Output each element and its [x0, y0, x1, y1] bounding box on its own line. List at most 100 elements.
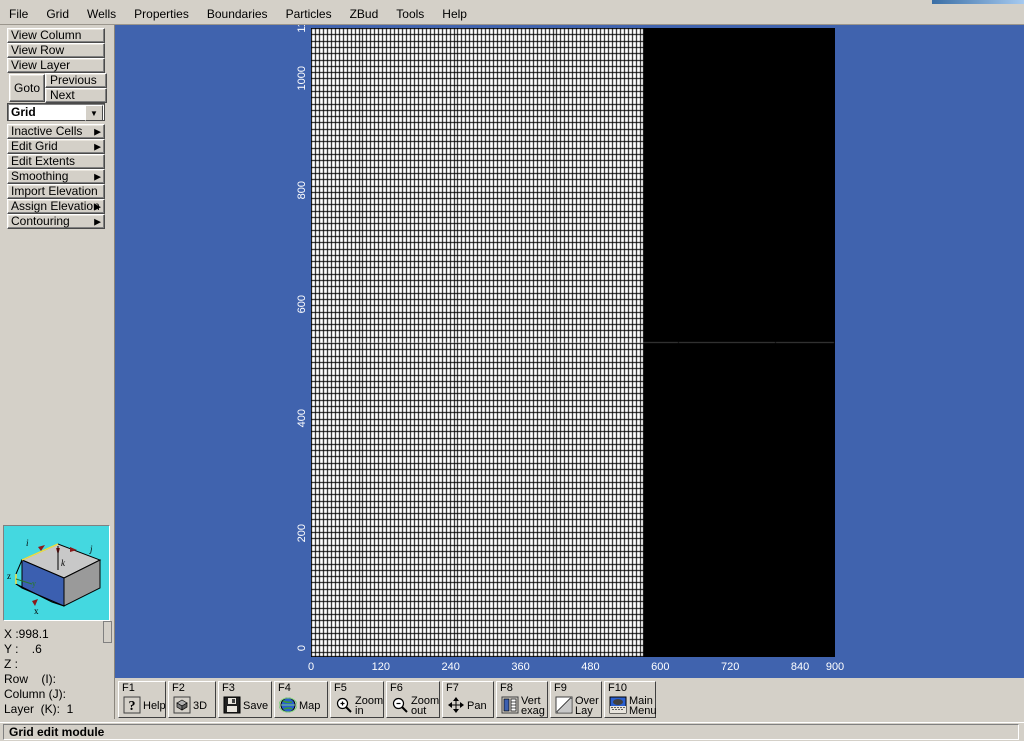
coordinate-label: Y :: [4, 642, 19, 656]
sidebar-item-smoothing[interactable]: Smoothing ▶: [7, 169, 105, 184]
x-axis-tick-label: 120: [371, 661, 391, 673]
function-key-number: F4: [278, 682, 291, 694]
goto-next-label: Next: [50, 88, 75, 102]
y-axis-tick: 400: [268, 409, 308, 427]
y-axis-tick-label: 1000: [296, 66, 308, 91]
assign-elevation-label: Assign Elevation: [11, 199, 100, 213]
overlay-icon: [554, 695, 574, 715]
finite-difference-grid[interactable]: [311, 28, 835, 657]
function-key-f5[interactable]: F5 Zoom in: [330, 681, 384, 718]
pan-arrows-icon: [446, 695, 466, 715]
chevron-down-glyph: ▼: [90, 108, 98, 118]
x-axis-tick-label: 480: [581, 661, 600, 673]
y-axis-tick: 200: [268, 524, 308, 542]
grid-select-dropdown[interactable]: Grid ▼: [7, 103, 105, 121]
smoothing-label: Smoothing: [11, 169, 69, 183]
view-layer-label: View Layer: [11, 58, 71, 72]
coordinate-label: Layer (K):: [4, 702, 61, 716]
goto-button[interactable]: Goto: [9, 74, 45, 102]
view-column-button[interactable]: View Column: [7, 28, 105, 43]
chevron-right-icon: ▶: [94, 141, 101, 151]
y-axis-tick-label: 0: [296, 644, 308, 651]
sidebar-item-inactive-cells[interactable]: Inactive Cells ▶: [7, 124, 105, 139]
function-key-f9[interactable]: F9 Over Lay: [550, 681, 602, 718]
function-key-f1[interactable]: F1? Help: [118, 681, 166, 718]
coordinate-value: 1: [60, 702, 74, 716]
sidebar-item-edit-grid[interactable]: Edit Grid ▶: [7, 139, 105, 154]
sidebar-item-assign-elevation[interactable]: Assign Elevation ▶: [7, 199, 105, 214]
status-text: Grid edit module: [9, 725, 105, 739]
function-key-f6[interactable]: F6 Zoom out: [386, 681, 440, 718]
chevron-down-icon[interactable]: ▼: [85, 105, 103, 121]
function-key-label: Pan: [467, 700, 487, 712]
function-key-label: Zoom out: [411, 695, 440, 717]
menu-item-file[interactable]: File: [0, 5, 37, 24]
sidebar-item-import-elevation[interactable]: Import Elevation: [7, 184, 105, 199]
function-key-f7[interactable]: F7 Pan: [442, 681, 494, 718]
menu-item-boundaries[interactable]: Boundaries: [198, 5, 277, 24]
function-key-label: Help: [143, 700, 166, 712]
inactive-cells-label: Inactive Cells: [11, 124, 83, 138]
menu-item-properties[interactable]: Properties: [125, 5, 198, 24]
function-key-toolbar: F1? Help F2 3D F3 Save F4 Map F5 Zoom in F6 Zoom ou…: [115, 678, 1024, 720]
function-key-f8[interactable]: F8 Vert exag: [496, 681, 548, 718]
cube-axis-j-label: j: [89, 544, 93, 554]
menu-item-wells[interactable]: Wells: [78, 5, 125, 24]
magnifier-plus-icon: [334, 695, 354, 715]
function-key-f10[interactable]: F10 Main Menu: [604, 681, 657, 718]
coordinate-label: X :: [4, 627, 19, 641]
edit-grid-label: Edit Grid: [11, 139, 58, 153]
view-row-button[interactable]: View Row: [7, 43, 105, 58]
edit-extents-label: Edit Extents: [11, 154, 76, 168]
cube-axis-x-label: x: [34, 606, 39, 616]
coordinate-row: Z :: [4, 657, 110, 672]
y-axis-ticks: 0 200 400 600 800 1000 1100: [286, 25, 310, 657]
goto-next-button[interactable]: Next: [45, 88, 107, 103]
function-key-label: Over Lay: [575, 695, 599, 717]
left-sidebar: View Column View Row View Layer Goto Pre…: [0, 25, 115, 719]
y-axis-tick-label: 800: [296, 180, 308, 199]
function-key-f3[interactable]: F3 Save: [218, 681, 272, 718]
svg-text:?: ?: [129, 699, 136, 714]
chevron-right-icon: ▶: [94, 126, 101, 136]
x-axis-tick-label: 600: [651, 661, 670, 673]
y-axis-tick: 800: [268, 181, 308, 199]
menu-item-zbud[interactable]: ZBud: [341, 5, 388, 24]
menu-item-help[interactable]: Help: [433, 5, 476, 24]
x-axis-tick-label: 900: [825, 661, 845, 673]
coordinate-row: Row (I):: [4, 672, 110, 687]
question-mark-icon: ?: [122, 695, 142, 715]
view-layer-button[interactable]: View Layer: [7, 58, 105, 73]
x-axis-tick-label: 720: [721, 661, 740, 673]
function-key-label: Zoom in: [355, 695, 384, 717]
function-key-number: F5: [334, 682, 347, 694]
y-axis-tick-label: 600: [296, 294, 308, 314]
function-key-label: 3D: [193, 700, 208, 712]
sidebar-item-contouring[interactable]: Contouring ▶: [7, 214, 105, 229]
cube-axis-i-label: i: [26, 538, 29, 548]
function-key-number: F2: [172, 682, 185, 694]
coordinate-label: Z :: [4, 657, 18, 671]
function-key-f4[interactable]: F4 Map: [274, 681, 328, 718]
function-key-number: F10: [608, 682, 627, 694]
cube-axis-y-label: y: [32, 579, 36, 588]
chevron-right-icon: ▶: [94, 171, 101, 181]
function-key-number: F9: [554, 682, 567, 694]
goto-previous-button[interactable]: Previous: [45, 73, 107, 88]
x-axis-tick-label: 0: [307, 661, 315, 673]
coordinate-readout: X :998.1 Y : .6 Z : Row (I): Column (J): Laye…: [4, 627, 110, 717]
y-axis-tick: 0: [268, 638, 308, 651]
menu-item-tools[interactable]: Tools: [387, 5, 433, 24]
coordinate-label: Column (J):: [4, 687, 67, 701]
y-axis-tick: 600: [268, 295, 308, 313]
status-bar-inner: Grid edit module: [3, 724, 1019, 740]
sidebar-item-edit-extents[interactable]: Edit Extents: [7, 154, 105, 169]
model-grid-canvas[interactable]: 0 200 400 600 800 1000 1100 0 120 240 360 480 600 72…: [115, 25, 1024, 678]
grid-plot-area[interactable]: [311, 28, 835, 657]
function-key-label: Map: [299, 700, 321, 712]
coordinate-row: Y : .6: [4, 642, 110, 657]
status-bar: Grid edit module: [0, 722, 1024, 741]
menu-item-particles[interactable]: Particles: [277, 5, 341, 24]
function-key-f2[interactable]: F2 3D: [168, 681, 216, 718]
menu-item-grid[interactable]: Grid: [37, 5, 78, 24]
